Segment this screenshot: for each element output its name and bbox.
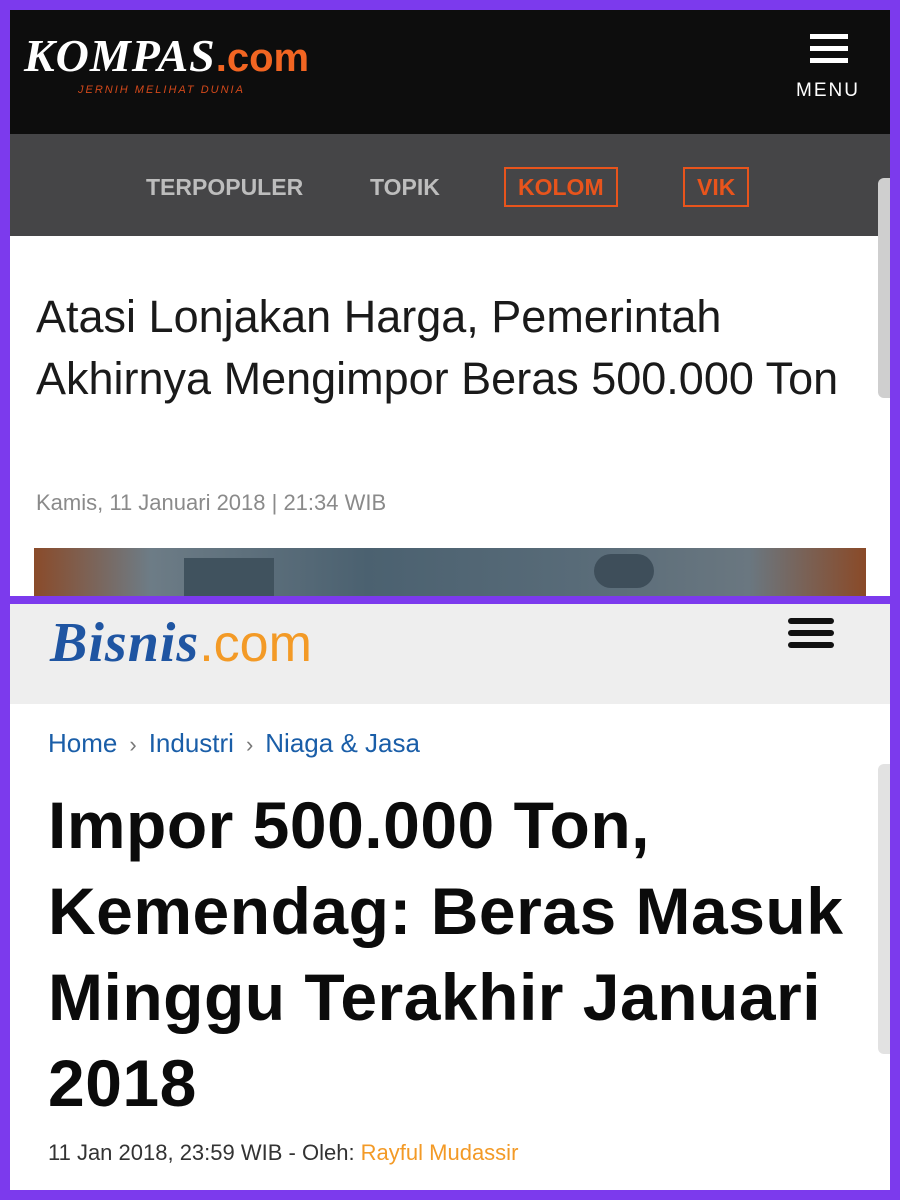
bisnis-scrollbar[interactable] <box>878 764 890 1054</box>
kompas-header: KOMPAS.com JERNIH MELIHAT DUNIA MENU <box>10 10 890 134</box>
breadcrumb: Home › Industri › Niaga & Jasa <box>48 728 420 759</box>
bisnis-screenshot: Bisnis.com Home › Industri › Niaga & Jasa Im… <box>10 604 890 1190</box>
kompas-menu-button[interactable]: MENU <box>788 32 868 106</box>
nav-item-kolom[interactable]: KOLOM <box>504 167 618 207</box>
image-detail <box>184 558 274 596</box>
image-detail <box>594 554 654 588</box>
kompas-article-image <box>34 548 866 596</box>
bisnis-article-headline: Impor 500.000 Ton, Kemendag: Beras Masuk… <box>48 788 844 1120</box>
author-link[interactable]: Rayful Mudassir <box>361 1140 519 1165</box>
hamburger-menu-icon[interactable] <box>788 618 834 648</box>
bisnis-article-meta: 11 Jan 2018, 23:59 WIB - Oleh: Rayful Mu… <box>48 1140 518 1166</box>
breadcrumb-home[interactable]: Home <box>48 728 117 758</box>
nav-item-terpopuler[interactable]: TERPOPULER <box>146 167 303 207</box>
bisnis-logo-suffix: .com <box>199 615 312 673</box>
kompas-logo[interactable]: KOMPAS.com <box>24 30 309 84</box>
nav-item-vik[interactable]: VIK <box>683 167 750 207</box>
kompas-article-date: Kamis, 11 Januari 2018 | 21:34 WIB <box>36 490 387 515</box>
kompas-nav-bar: TERPOPULER TOPIK KOLOM VIK <box>10 134 890 398</box>
nav-item-topik[interactable]: TOPIK <box>370 167 440 207</box>
kompas-screenshot: KOMPAS.com JERNIH MELIHAT DUNIA MENU TER… <box>10 10 890 596</box>
bisnis-header: Bisnis.com <box>10 604 890 704</box>
kompas-scrollbar[interactable] <box>878 178 890 398</box>
bisnis-logo-name: Bisnis <box>50 612 200 674</box>
hamburger-menu-icon <box>810 34 848 68</box>
bisnis-logo[interactable]: Bisnis.com <box>50 610 312 676</box>
kompas-tagline: JERNIH MELIHAT DUNIA <box>78 84 245 96</box>
breadcrumb-industri[interactable]: Industri <box>149 728 234 758</box>
kompas-menu-label: MENU <box>796 80 860 101</box>
breadcrumb-niaga-jasa[interactable]: Niaga & Jasa <box>265 728 420 758</box>
kompas-logo-name: KOMPAS <box>24 30 216 81</box>
chevron-right-icon: › <box>245 732 254 757</box>
kompas-article-headline: Atasi Lonjakan Harga, Pemerintah Akhirny… <box>36 291 839 404</box>
kompas-logo-suffix: .com <box>215 36 310 80</box>
chevron-right-icon: › <box>129 732 137 757</box>
bisnis-article-date: 11 Jan 2018, 23:59 WIB <box>48 1140 283 1165</box>
author-prefix: - Oleh: <box>282 1140 361 1165</box>
